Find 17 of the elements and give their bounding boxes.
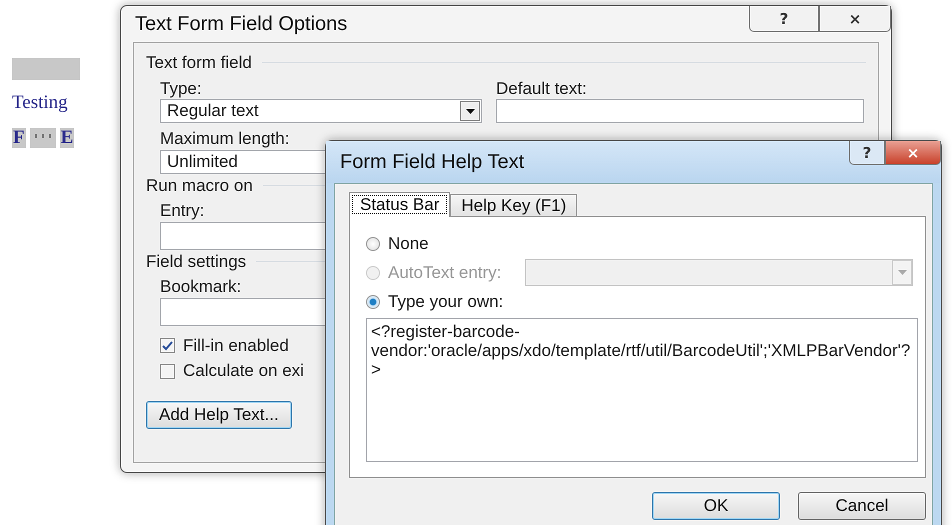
field-start-text: F bbox=[12, 128, 26, 148]
radio-label: Type your own: bbox=[388, 292, 504, 312]
group-heading: Run macro on bbox=[146, 176, 253, 196]
entry-label: Entry: bbox=[160, 201, 204, 221]
type-label: Type: bbox=[160, 78, 202, 98]
bookmark-label: Bookmark: bbox=[160, 277, 242, 297]
window-title: Text Form Field Options bbox=[135, 12, 348, 36]
document-text: Testing bbox=[12, 92, 69, 114]
radio-label: None bbox=[388, 234, 429, 254]
field-end-text: E bbox=[60, 128, 74, 148]
checkbox-label: Fill-in enabled bbox=[183, 336, 289, 356]
maximum-length-label: Maximum length: bbox=[160, 129, 290, 149]
group-heading: Field settings bbox=[146, 252, 246, 272]
group-heading: Text form field bbox=[146, 53, 252, 73]
radio-label: AutoText entry: bbox=[388, 262, 502, 282]
default-text-label: Default text: bbox=[496, 78, 587, 98]
checkbox-label: Calculate on exi bbox=[183, 361, 304, 381]
